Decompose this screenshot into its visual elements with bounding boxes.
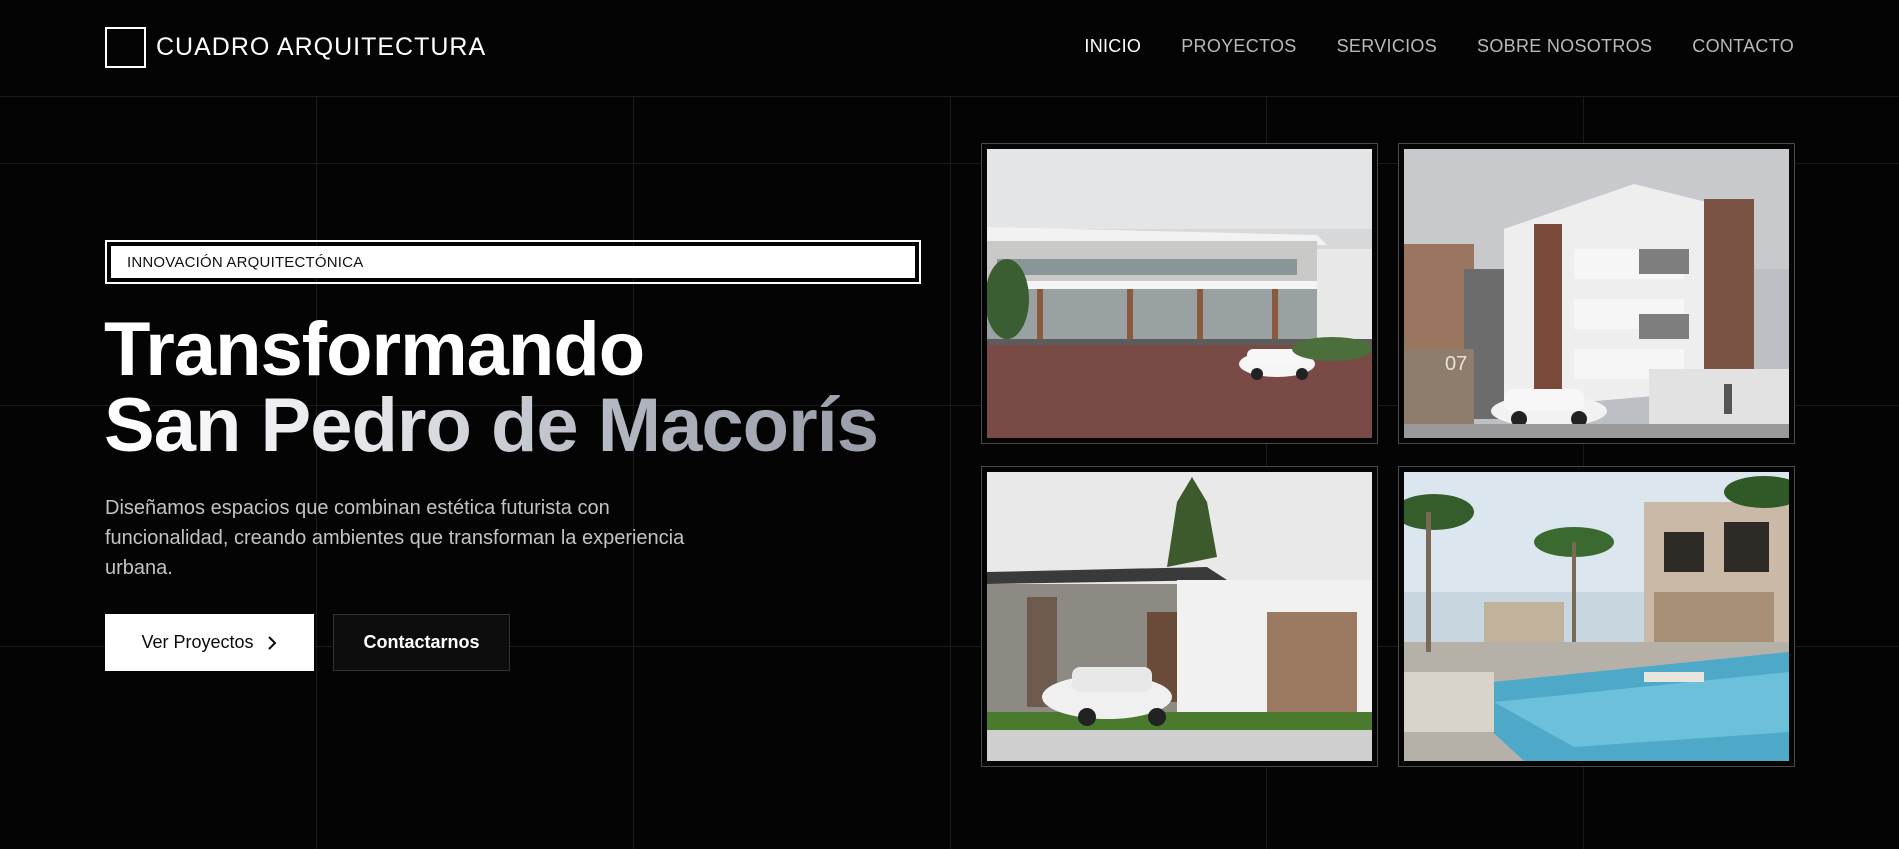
nav-item-sobre-nosotros[interactable]: SOBRE NOSOTROS: [1477, 36, 1652, 57]
nav-item-contacto[interactable]: CONTACTO: [1692, 36, 1794, 57]
apartment-building-image: 07: [1404, 149, 1789, 438]
hero-badge-label: INNOVACIÓN ARQUITECTÓNICA: [111, 246, 915, 278]
gallery-image-commercial[interactable]: [981, 143, 1378, 444]
main-nav: INICIO PROYECTOS SERVICIOS SOBRE NOSOTRO…: [1084, 36, 1794, 57]
nav-item-servicios[interactable]: SERVICIOS: [1337, 36, 1437, 57]
logo-square-icon: [105, 27, 146, 68]
commercial-building-image: [987, 149, 1372, 438]
nav-item-proyectos[interactable]: PROYECTOS: [1181, 36, 1296, 57]
hero-description: Diseñamos espacios que combinan estética…: [105, 497, 685, 579]
gallery-image-resort[interactable]: [1398, 466, 1795, 767]
modern-house-image: [987, 472, 1372, 761]
resort-pool-image: [1404, 472, 1789, 761]
gallery-image-apartments[interactable]: 07: [1398, 143, 1795, 444]
brand-logo[interactable]: CUADRO ARQUITECTURA: [105, 27, 486, 68]
hero-badge: INNOVACIÓN ARQUITECTÓNICA: [105, 240, 921, 284]
ver-proyectos-button[interactable]: Ver Proyectos: [105, 614, 314, 671]
ver-proyectos-label: Ver Proyectos: [141, 632, 254, 652]
contactarnos-button[interactable]: Contactarnos: [333, 614, 510, 671]
site-header: CUADRO ARQUITECTURA INICIO PROYECTOS SER…: [0, 0, 1899, 97]
chevron-right-icon: [267, 635, 276, 650]
hero-title: Transformando San Pedro de Macorís: [104, 307, 879, 468]
gallery-image-house[interactable]: [981, 466, 1378, 767]
hero-title-line2: San Pedro de Macorís: [104, 383, 879, 468]
brand-name: CUADRO ARQUITECTURA: [156, 33, 487, 61]
hero-title-line1: Transformando: [104, 307, 645, 392]
nav-item-inicio[interactable]: INICIO: [1084, 36, 1141, 57]
building-number-sign: 07: [1445, 353, 1468, 375]
